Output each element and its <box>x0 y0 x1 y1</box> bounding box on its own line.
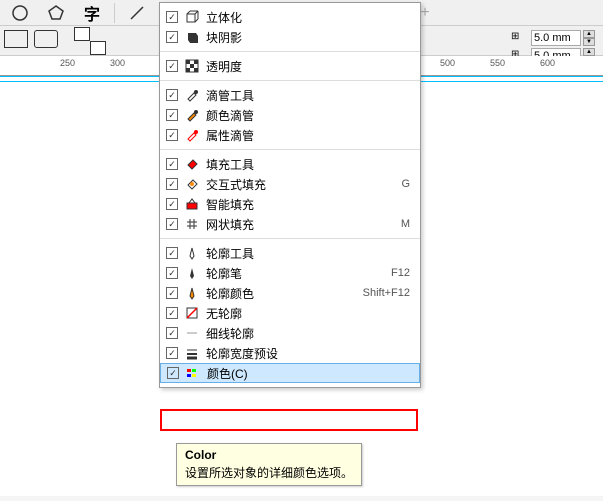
rect-shape[interactable] <box>4 30 28 51</box>
fill-tool-icon <box>184 156 200 172</box>
menu-item-outline-color[interactable]: 轮廓颜色 Shift+F12 <box>160 283 420 303</box>
width-up[interactable]: ▲ <box>583 30 595 38</box>
menu-item-transparency[interactable]: 透明度 <box>160 56 420 76</box>
height-up[interactable]: ▲ <box>583 48 595 56</box>
checkbox-icon[interactable] <box>166 60 178 72</box>
menu-label: 轮廓工具 <box>206 245 404 262</box>
hairline-icon <box>184 325 200 341</box>
menu-label: 轮廓颜色 <box>206 285 357 302</box>
menu-label: 块阴影 <box>206 29 404 46</box>
menu-label: 网状填充 <box>206 216 395 233</box>
menu-label: 智能填充 <box>206 196 404 213</box>
menu-label: 颜色(C) <box>207 365 403 382</box>
checkbox-icon[interactable] <box>166 178 178 190</box>
menu-label: 交互式填充 <box>206 176 395 193</box>
menu-item-width-preset[interactable]: 轮廓宽度预设 <box>160 343 420 363</box>
menu-item-interactive-fill[interactable]: 交互式填充 G <box>160 174 420 194</box>
polygon-tool[interactable] <box>40 1 72 25</box>
menu-label: 属性滴管 <box>206 127 404 144</box>
checkbox-icon[interactable] <box>166 218 178 230</box>
menu-item-smart-fill[interactable]: 智能填充 <box>160 194 420 214</box>
tooltip-title: Color <box>185 448 353 462</box>
eyedropper-icon <box>184 87 200 103</box>
checkbox-icon[interactable] <box>166 247 178 259</box>
checkbox-icon[interactable] <box>166 198 178 210</box>
extrude-icon <box>184 9 200 25</box>
outline-pen-icon <box>184 265 200 281</box>
menu-item-no-outline[interactable]: 无轮廓 <box>160 303 420 323</box>
ellipse-tool[interactable] <box>4 1 36 25</box>
menu-item-extrude[interactable]: 立体化 <box>160 7 420 27</box>
menu-item-eyedropper[interactable]: 滴管工具 <box>160 85 420 105</box>
menu-item-attr-eyedropper[interactable]: 属性滴管 <box>160 125 420 145</box>
line-tool[interactable] <box>121 1 153 25</box>
color-eyedropper-icon <box>184 107 200 123</box>
menu-item-hairline[interactable]: 细线轮廓 <box>160 323 420 343</box>
width-down[interactable]: ▼ <box>583 38 595 46</box>
text-tool[interactable]: 字 <box>76 1 108 25</box>
menu-label: 颜色滴管 <box>206 107 404 124</box>
menu-label: 轮廓宽度预设 <box>206 345 404 362</box>
checkbox-icon[interactable] <box>166 158 178 170</box>
menu-item-mesh-fill[interactable]: 网状填充 M <box>160 214 420 234</box>
checkbox-icon[interactable] <box>166 109 178 121</box>
attr-eyedropper-icon <box>184 127 200 143</box>
menu-label: 立体化 <box>206 9 404 26</box>
outline-color-icon <box>184 285 200 301</box>
menu-item-color-eyedropper[interactable]: 颜色滴管 <box>160 105 420 125</box>
no-outline-icon <box>184 305 200 321</box>
menu-item-outline-tool[interactable]: 轮廓工具 <box>160 243 420 263</box>
checkbox-icon[interactable] <box>166 31 178 43</box>
smart-fill-icon <box>184 196 200 212</box>
menu-item-fill-tool[interactable]: 填充工具 <box>160 154 420 174</box>
menu-item-outline-pen[interactable]: 轮廓笔 F12 <box>160 263 420 283</box>
block-shadow-icon <box>184 29 200 45</box>
menu-label: 透明度 <box>206 58 404 75</box>
checkbox-icon[interactable] <box>166 129 178 141</box>
checkbox-icon[interactable] <box>166 327 178 339</box>
menu-shortcut: G <box>401 178 414 190</box>
checkbox-icon[interactable] <box>167 367 179 379</box>
menu-shortcut: M <box>401 218 414 230</box>
menu-label: 无轮廓 <box>206 305 404 322</box>
tooltip: Color 设置所选对象的详细颜色选项。 <box>176 443 362 486</box>
menu-item-color[interactable]: 颜色(C) <box>160 363 420 383</box>
menu-label: 细线轮廓 <box>206 325 404 342</box>
checkbox-icon[interactable] <box>166 307 178 319</box>
width-icon: ⊞ <box>511 31 529 45</box>
menu-label: 填充工具 <box>206 156 404 173</box>
tooltip-desc: 设置所选对象的详细颜色选项。 <box>185 464 353 481</box>
color-icon <box>185 365 201 381</box>
outline-tool-icon <box>184 245 200 261</box>
transparency-icon <box>184 58 200 74</box>
menu-item-block-shadow[interactable]: 块阴影 <box>160 27 420 47</box>
menu-shortcut: Shift+F12 <box>363 287 414 299</box>
width-preset-icon <box>184 345 200 361</box>
checkbox-icon[interactable] <box>166 89 178 101</box>
checkbox-icon[interactable] <box>166 267 178 279</box>
rounded-rect-shape[interactable] <box>34 30 58 51</box>
checkbox-icon[interactable] <box>166 287 178 299</box>
checkbox-icon[interactable] <box>166 11 178 23</box>
menu-label: 轮廓笔 <box>206 265 385 282</box>
width-input[interactable] <box>531 30 581 46</box>
interactive-fill-icon <box>184 176 200 192</box>
tool-customize-menu: 立体化块阴影 透明度 滴管工具颜色滴管属性滴管 填充工具交互式填充G智能填充网状… <box>159 2 421 388</box>
checkbox-icon[interactable] <box>166 347 178 359</box>
mesh-fill-icon <box>184 216 200 232</box>
menu-shortcut: F12 <box>391 267 414 279</box>
menu-label: 滴管工具 <box>206 87 404 104</box>
